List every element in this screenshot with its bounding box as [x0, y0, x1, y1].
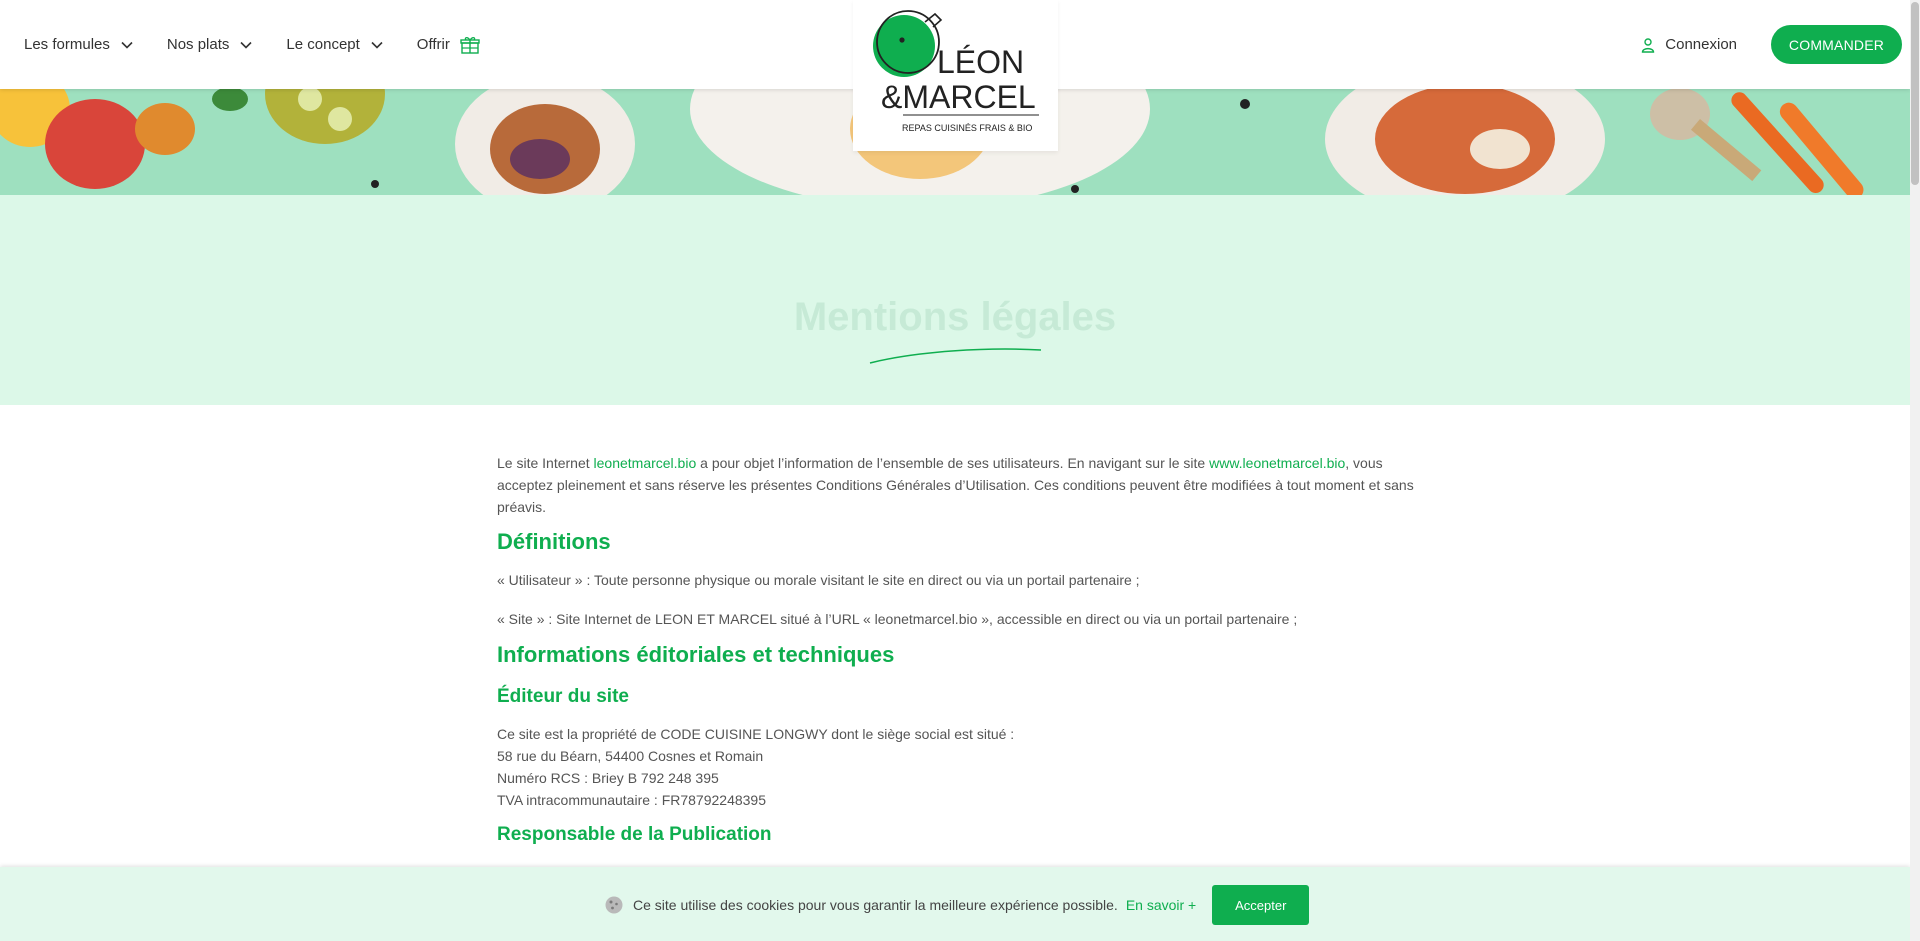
nav-item-label: Offrir — [416, 36, 450, 53]
page-hero: Mentions légales — [0, 195, 1910, 405]
heading-definitions: Définitions — [497, 529, 611, 554]
page-title: Mentions légales — [793, 295, 1117, 339]
editor-line: 58 rue du Béarn, 54400 Cosnes et Romain — [497, 748, 764, 764]
nav-item-label: Les formules — [24, 36, 110, 53]
accept-cookies-button[interactable]: Accepter — [1212, 885, 1310, 925]
definition-site: « Site » : Site Internet de LEON ET MARC… — [497, 611, 1298, 627]
site-link-www[interactable]: www.leonetmarcel.bio — [1209, 455, 1345, 471]
intro-paragraph: Le site Internet leonetmarcel.bio a pour… — [497, 452, 1417, 518]
cookie-banner: Ce site utilise des cookies pour vous ga… — [0, 867, 1910, 941]
editor-line: TVA intracommunautaire : FR78792248395 — [497, 792, 767, 808]
nav-item-concept[interactable]: Le concept — [286, 36, 383, 53]
login-label: Connexion — [1665, 36, 1737, 53]
editor-line: Numéro RCS : Briey B 792 248 395 — [497, 770, 719, 786]
cookie-text: Ce site utilise des cookies pour vous ga… — [633, 897, 1118, 913]
header-actions: Connexion COMMANDER — [1640, 0, 1902, 89]
heading-publication: Responsable de la Publication — [497, 824, 772, 845]
intro-text: a pour objet l’information de l’ensemble… — [696, 455, 1210, 471]
chevron-down-icon — [371, 41, 383, 49]
gift-icon — [460, 36, 480, 54]
page-scrollbar[interactable] — [1910, 0, 1920, 941]
nav-item-offrir[interactable]: Offrir — [417, 35, 480, 55]
title-underline — [869, 348, 1042, 364]
nav-item-label: Nos plats — [166, 36, 230, 53]
logo-line2: &MARCEL — [881, 79, 1036, 115]
logo-graphic: LÉON &MARCEL REPAS CUISINÉS FRAIS & BIO — [873, 10, 1039, 133]
logo[interactable]: LÉON &MARCEL REPAS CUISINÉS FRAIS & BIO — [853, 0, 1058, 151]
definition-user: « Utilisateur » : Toute personne physiqu… — [497, 572, 1140, 588]
heading-editor: Éditeur du site — [497, 686, 629, 707]
scrollbar-thumb[interactable] — [1911, 2, 1919, 185]
nav-item-formules[interactable]: Les formules — [24, 36, 134, 53]
main-nav: Les formules Nos plats Le concept Offrir — [24, 0, 513, 89]
cookie-learn-more-link[interactable]: En savoir + — [1126, 897, 1196, 913]
order-button[interactable]: COMMANDER — [1771, 25, 1902, 64]
chevron-down-icon — [121, 41, 133, 49]
cookie-inner: Ce site utilise des cookies pour vous ga… — [604, 885, 1310, 925]
logo-tagline: REPAS CUISINÉS FRAIS & BIO — [902, 123, 1032, 133]
nav-item-label: Le concept — [286, 36, 360, 53]
legal-content: Le site Internet leonetmarcel.bio a pour… — [497, 452, 1417, 849]
intro-text: Le site Internet — [497, 455, 594, 471]
nav-item-plats[interactable]: Nos plats — [167, 36, 254, 53]
site-link[interactable]: leonetmarcel.bio — [594, 455, 697, 471]
editor-line: Ce site est la propriété de CODE CUISINE… — [497, 726, 1015, 742]
login-link[interactable]: Connexion — [1640, 36, 1737, 53]
chevron-down-icon — [240, 41, 252, 49]
logo-line1: LÉON — [937, 44, 1024, 80]
user-icon — [1642, 37, 1655, 53]
cookie-icon — [605, 896, 623, 914]
heading-info: Informations éditoriales et techniques — [497, 642, 895, 667]
editor-block: Ce site est la propriété de CODE CUISINE… — [497, 723, 1417, 811]
